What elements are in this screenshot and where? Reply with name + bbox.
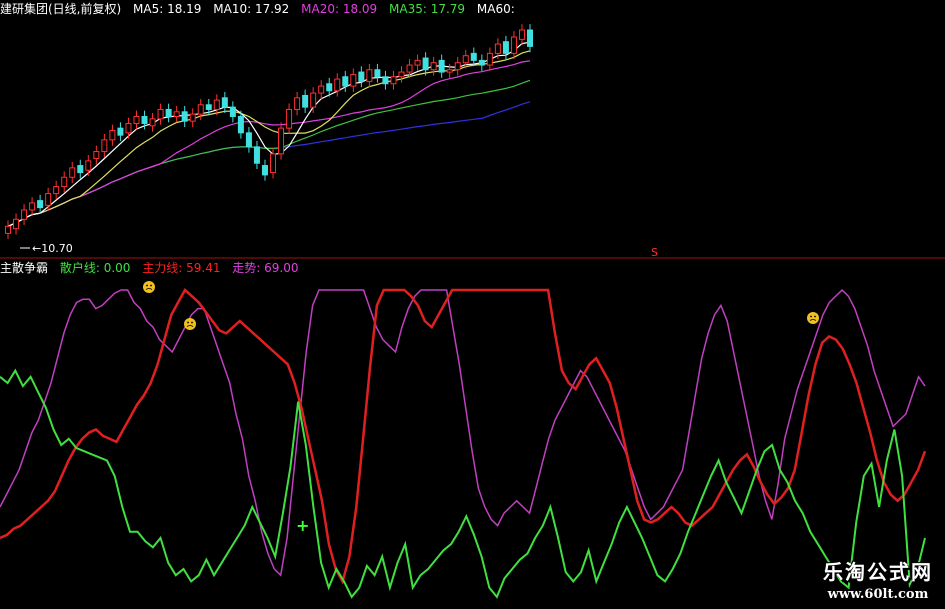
ma60-label: MA60: [476, 2, 515, 16]
indicator-title: 主散争霸 [0, 261, 49, 275]
retail-line-label: 散户线: 0.00 [59, 261, 131, 275]
ma20-label: MA20: 18.09 [301, 2, 378, 16]
indicator-panel-header: 主散争霸 散户线: 0.00 主力线: 59.41 走势: 69.00 [0, 261, 307, 275]
candle-body [21, 209, 28, 220]
candle-body [13, 218, 20, 230]
candle-body [414, 59, 421, 66]
candle-body [261, 165, 268, 176]
smiley-icon-1 [143, 281, 155, 293]
candle-body [446, 69, 453, 73]
retail-line [0, 368, 926, 599]
candle-body [133, 115, 140, 124]
candle-body [117, 127, 124, 136]
candle-body [406, 64, 413, 73]
smiley-icon-2-eye-right [191, 321, 193, 324]
candle-body [141, 115, 148, 124]
ma35-label: MA35: 17.79 [389, 2, 466, 16]
s-marker: S [651, 246, 658, 259]
candle-body [189, 113, 196, 122]
candle-body [382, 76, 389, 85]
ma10-line [7, 50, 531, 227]
candle-body [29, 202, 36, 211]
candle-body [157, 108, 164, 120]
candle-body [390, 76, 397, 85]
candle-body [486, 52, 493, 66]
smiley-icon-1-eye-left [146, 284, 148, 287]
candle-body [213, 99, 220, 110]
candle-body [462, 55, 469, 64]
smiley-icon-3-eye-right [814, 315, 816, 318]
candle-body [350, 73, 357, 87]
candle-body [221, 97, 228, 108]
candle-body [229, 106, 236, 117]
candle-body [205, 104, 212, 110]
chart-canvas: S ←10.70 + [0, 24, 945, 599]
buy-plus-marker: + [296, 516, 309, 535]
candle-body [502, 41, 509, 54]
candle-body [302, 94, 309, 108]
candle-body [270, 153, 277, 174]
candle-body [85, 160, 92, 171]
price-panel-header: 建研集团(日线,前复权) MA5: 18.19 MA10: 17.92 MA20… [0, 2, 523, 16]
smiley-icon-1-eye-right [150, 284, 152, 287]
candle-body [237, 115, 244, 134]
candle-body [422, 57, 429, 71]
candle-body [510, 36, 517, 54]
candle-body [326, 83, 333, 92]
ma5-label: MA5: 18.19 [133, 2, 202, 16]
candle-body [109, 129, 116, 141]
price-title: 建研集团(日线,前复权) [0, 2, 122, 16]
low-marker-label: ←10.70 [32, 242, 73, 255]
candle-body [278, 127, 285, 155]
trend-label: 走势: 69.00 [232, 261, 299, 275]
candle-body [310, 92, 317, 108]
candle-body [37, 200, 44, 209]
candle-body [374, 69, 381, 78]
candle-body [438, 59, 445, 73]
candle-body [165, 108, 172, 117]
candle-body [101, 139, 108, 153]
smiley-icon-3 [807, 312, 819, 324]
candle-body [430, 62, 437, 71]
candle-body [181, 111, 188, 122]
smiley-icon-3-eye-left [810, 315, 812, 318]
candle-body [470, 52, 477, 61]
main-line-label: 主力线: 59.41 [142, 261, 221, 275]
candle-body [342, 76, 349, 87]
candle-body [358, 71, 365, 82]
ma10-label: MA10: 17.92 [213, 2, 290, 16]
candle-body [398, 71, 405, 78]
candle-body [294, 97, 301, 110]
candle-body [93, 151, 100, 160]
candle-body [5, 225, 11, 234]
candle-body [125, 122, 132, 134]
candle-body [197, 104, 204, 115]
watermark-title: 乐淘公式网 [823, 560, 933, 584]
candle-body [527, 29, 533, 47]
candle-body [69, 167, 76, 178]
ma20-line [7, 60, 531, 227]
candle-body [173, 111, 180, 117]
candle-body [454, 62, 461, 71]
candle-body [149, 118, 156, 127]
candle-body [286, 108, 293, 129]
candle-body [45, 193, 52, 206]
candle-body [318, 85, 325, 94]
watermark-url: www.60lt.com [827, 587, 929, 602]
candle-body [518, 29, 525, 40]
candle-body [478, 59, 485, 66]
ma35-line [7, 79, 531, 227]
candle-body [245, 132, 252, 148]
smiley-icon-2-eye-left [187, 321, 189, 324]
candle-body [366, 69, 373, 82]
candle-body [77, 165, 84, 174]
candle-body [253, 146, 260, 164]
candle-body [53, 186, 60, 195]
watermark: 乐淘公式网 www.60lt.com [823, 556, 933, 602]
chart-root: { "header_top": { "title": "建研集团(日线,前复权)… [0, 0, 945, 609]
candle-body [334, 78, 341, 92]
smiley-icon-2 [184, 318, 196, 330]
candle-body [494, 43, 501, 54]
candle-body [61, 176, 68, 188]
